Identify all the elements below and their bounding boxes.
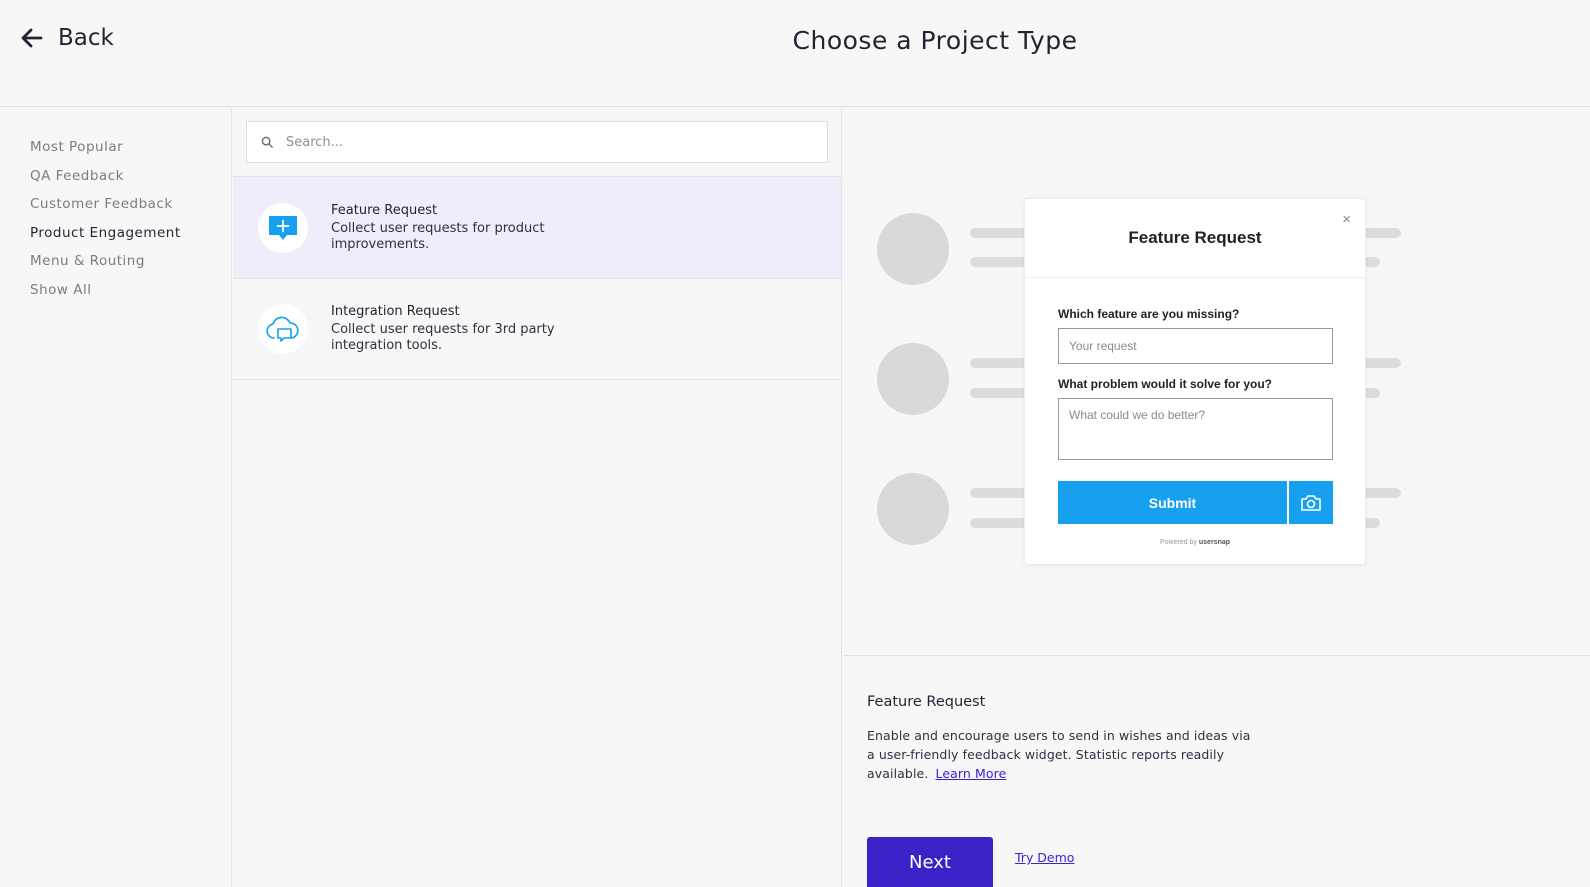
camera-icon: [1301, 494, 1321, 511]
skeleton-avatar: [877, 343, 949, 415]
widget-title: Feature Request: [1128, 228, 1262, 247]
project-text: Integration Request Collect user request…: [331, 304, 561, 354]
chat-plus-icon: [269, 215, 297, 240]
category-list: Most Popular QA Feedback Customer Feedba…: [0, 108, 231, 308]
project-list: Feature Request Collect user requests fo…: [233, 176, 841, 380]
powered-by: Powered by usersnap: [1025, 539, 1365, 546]
project-icon-wrapper: [258, 202, 308, 253]
try-demo-link[interactable]: Try Demo: [1015, 850, 1074, 865]
category-show-all[interactable]: Show All: [0, 280, 231, 309]
submit-button[interactable]: Submit: [1058, 481, 1287, 524]
category-customer-feedback[interactable]: Customer Feedback: [0, 194, 231, 223]
cloud-chat-icon: [266, 316, 299, 342]
skeleton-avatar: [877, 213, 949, 285]
category-menu-routing[interactable]: Menu & Routing: [0, 251, 231, 280]
question-label: What problem would it solve for you?: [1058, 377, 1273, 391]
category-most-popular[interactable]: Most Popular: [0, 137, 231, 166]
usersnap-logo: usersnap: [1198, 539, 1231, 546]
request-input[interactable]: [1058, 328, 1333, 364]
project-item-integration-request[interactable]: Integration Request Collect user request…: [233, 278, 841, 380]
project-type-panel: Feature Request Collect user requests fo…: [233, 108, 842, 887]
page-title: Choose a Project Type: [792, 26, 1078, 55]
project-description: Collect user requests for product improv…: [331, 220, 545, 252]
project-item-feature-request[interactable]: Feature Request Collect user requests fo…: [233, 176, 841, 278]
next-button[interactable]: Next: [867, 837, 993, 887]
category-qa-feedback[interactable]: QA Feedback: [0, 166, 231, 195]
powered-by-text: Powered by: [1159, 539, 1197, 546]
details-body-text: Enable and encourage users to send in wi…: [867, 728, 1251, 781]
details-title: Feature Request: [867, 694, 986, 710]
feedback-widget-preview: × Feature Request Which feature are you …: [1024, 198, 1366, 565]
project-icon-wrapper: [258, 304, 308, 354]
search-box: [246, 121, 828, 163]
details-description: Enable and encourage users to send in wi…: [867, 726, 1257, 783]
skeleton-avatar: [877, 473, 949, 545]
learn-more-link[interactable]: Learn More: [935, 766, 1006, 781]
screenshot-button[interactable]: [1289, 481, 1333, 524]
project-name: Integration Request: [331, 304, 460, 319]
category-sidebar: Most Popular QA Feedback Customer Feedba…: [0, 108, 232, 887]
search-icon: [261, 136, 273, 148]
search-input[interactable]: [286, 134, 806, 150]
project-name: Feature Request: [331, 202, 438, 218]
question-label: Which feature are you missing?: [1058, 307, 1240, 321]
widget-preview-area: × Feature Request Which feature are you …: [843, 108, 1590, 656]
header: Back Choose a Project Type: [0, 0, 1590, 107]
close-icon[interactable]: ×: [1342, 211, 1351, 228]
project-description: Collect user requests for 3rd party inte…: [331, 322, 555, 353]
divider: [1025, 277, 1365, 278]
project-details: Feature Request Enable and encourage use…: [867, 694, 1257, 783]
problem-textarea[interactable]: [1058, 398, 1333, 460]
category-product-engagement[interactable]: Product Engagement: [0, 223, 231, 252]
project-text: Feature Request Collect user requests fo…: [331, 203, 561, 253]
